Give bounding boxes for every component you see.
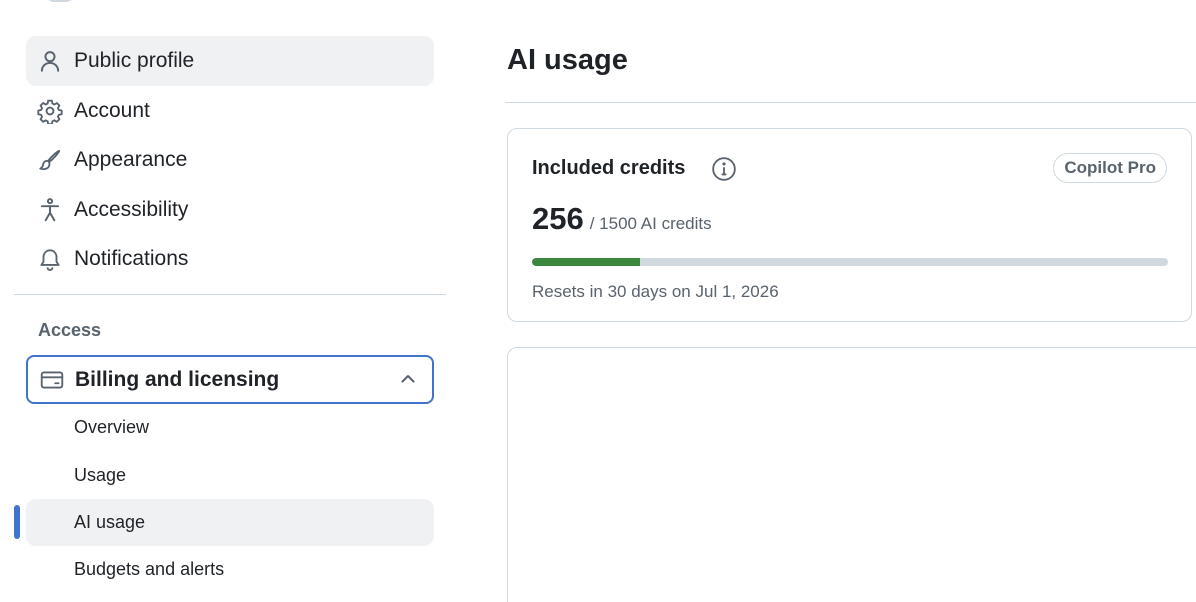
sidebar-item-appearance[interactable]: Appearance bbox=[26, 135, 434, 185]
info-icon[interactable] bbox=[711, 156, 737, 182]
chevron-up-icon[interactable] bbox=[398, 369, 418, 389]
sidebar-item-label: Notifications bbox=[74, 247, 189, 270]
sidebar-item-label: Appearance bbox=[74, 148, 188, 171]
card-title: Included credits bbox=[532, 157, 686, 179]
plan-badge: Copilot Pro bbox=[1053, 153, 1167, 183]
sidebar-divider bbox=[14, 294, 446, 295]
sidebar-item-label: Public profile bbox=[74, 49, 195, 72]
sidebar-item-accessibility[interactable]: Accessibility bbox=[26, 185, 434, 235]
sidebar-subitem-usage[interactable]: Usage bbox=[26, 452, 434, 499]
page-title: AI usage bbox=[507, 44, 628, 76]
credits-total: / 1500 AI credits bbox=[589, 214, 712, 233]
section-heading-access: Access bbox=[38, 320, 102, 340]
accessibility-icon bbox=[26, 185, 74, 235]
reset-info: Resets in 30 days on Jul 1, 2026 bbox=[532, 282, 779, 301]
avatar-edge bbox=[46, 0, 74, 2]
gear-icon bbox=[26, 86, 74, 136]
paintbrush-icon bbox=[26, 135, 74, 185]
credit-card-icon bbox=[28, 357, 75, 402]
person-icon bbox=[26, 36, 74, 86]
credits-used: 256 bbox=[532, 201, 584, 236]
sidebar-item-label: Accessibility bbox=[74, 198, 189, 221]
credits-progress-bar bbox=[532, 258, 1168, 266]
sidebar-item-label: Account bbox=[74, 99, 150, 122]
settings-page: Public profile Account Appearance Access… bbox=[0, 0, 1196, 602]
active-item-marker bbox=[14, 505, 20, 539]
sidebar-subitem-ai-usage[interactable]: AI usage bbox=[26, 499, 434, 546]
usage-details-card bbox=[507, 347, 1196, 602]
sidebar-item-notifications[interactable]: Notifications bbox=[26, 234, 434, 284]
bell-icon bbox=[26, 234, 74, 284]
included-credits-card: Included credits Copilot Pro 256 / 1500 … bbox=[507, 128, 1192, 322]
sidebar-item-account[interactable]: Account bbox=[26, 86, 434, 136]
title-divider bbox=[505, 102, 1196, 103]
sidebar-item-billing-and-licensing[interactable]: Billing and licensing bbox=[26, 355, 434, 404]
credits-progress-fill bbox=[532, 258, 641, 266]
settings-sidebar: Public profile Account Appearance Access… bbox=[0, 0, 460, 602]
credits-summary: 256 / 1500 AI credits bbox=[532, 201, 712, 237]
sidebar-subitem-overview[interactable]: Overview bbox=[26, 404, 434, 451]
sidebar-item-public-profile[interactable]: Public profile bbox=[26, 36, 434, 86]
sidebar-item-label: Billing and licensing bbox=[75, 367, 280, 391]
sidebar-subitem-budgets-and-alerts[interactable]: Budgets and alerts bbox=[26, 546, 434, 593]
